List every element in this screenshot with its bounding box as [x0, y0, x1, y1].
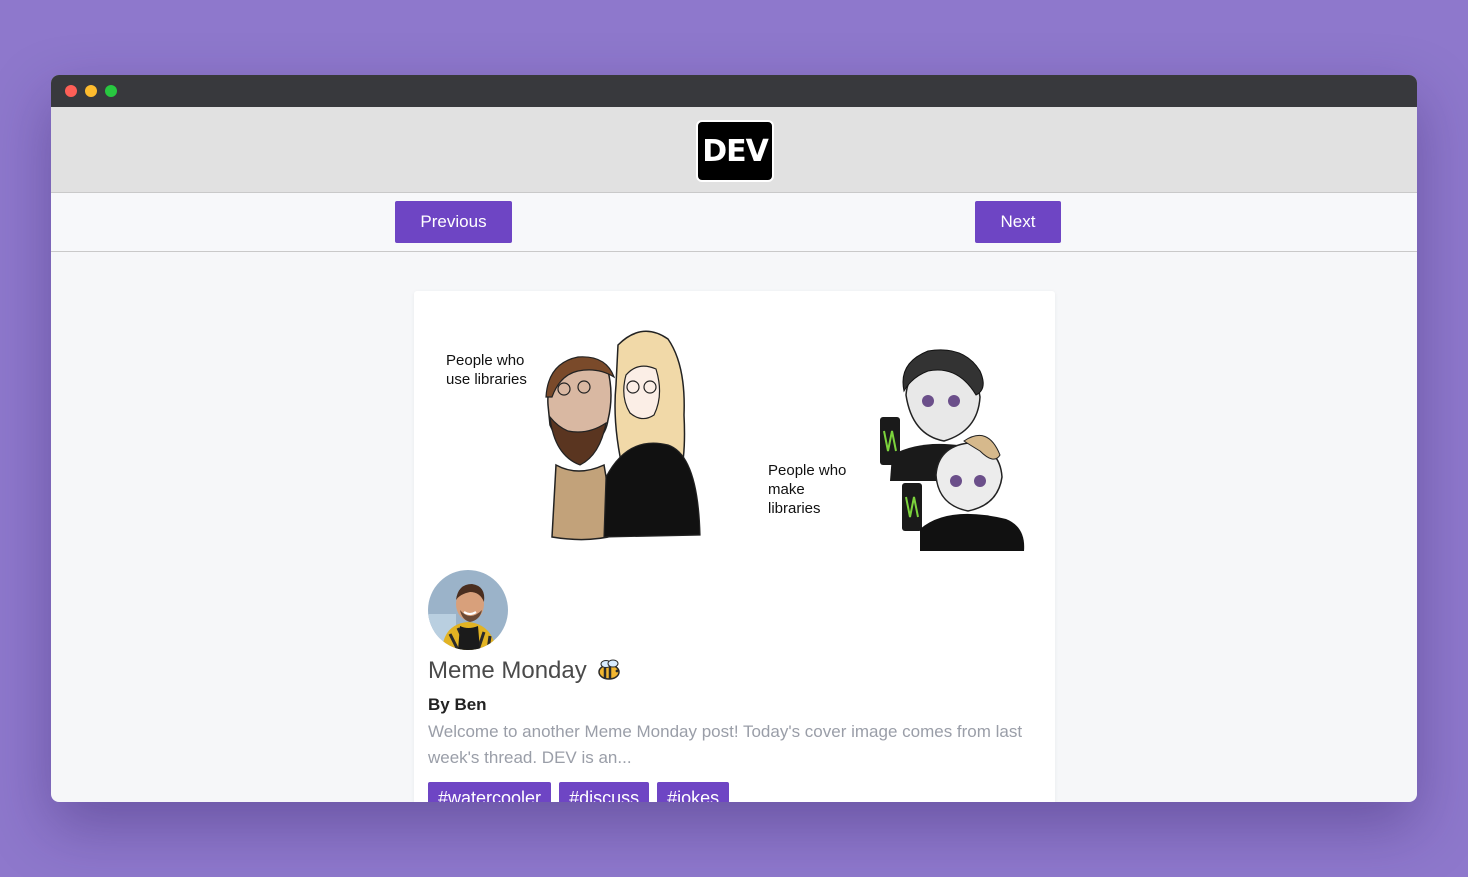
article-author[interactable]: By Ben — [428, 695, 487, 715]
cover-image: People who use libraries People who make… — [428, 305, 1040, 563]
tag-watercooler[interactable]: #watercooler — [428, 782, 552, 802]
window-titlebar — [51, 75, 1417, 107]
dev-logo[interactable]: DEV — [696, 120, 774, 182]
pagination-bar: Previous Next — [51, 193, 1417, 252]
article-title-text[interactable]: Meme Monday — [428, 657, 587, 685]
close-window-icon[interactable] — [65, 85, 77, 97]
cover-right-caption-line1: People who — [768, 462, 846, 479]
minimize-window-icon[interactable] — [85, 85, 97, 97]
cover-left-caption-line1: People who — [446, 352, 524, 369]
site-header: DEV — [51, 107, 1417, 193]
maximize-window-icon[interactable] — [105, 85, 117, 97]
bee-icon — [597, 659, 620, 680]
cover-right-caption-line3: libraries — [768, 500, 821, 517]
author-avatar[interactable] — [428, 570, 508, 650]
article-description: Welcome to another Meme Monday post! Tod… — [428, 722, 1023, 767]
article-title[interactable]: Meme Monday — [428, 657, 623, 685]
cover-left-caption-line2: use libraries — [446, 371, 527, 388]
browser-window: DEV Previous Next People who use librari… — [51, 75, 1417, 802]
previous-button[interactable]: Previous — [395, 201, 512, 243]
tag-discuss[interactable]: #discuss — [559, 782, 650, 802]
article-card[interactable]: People who use libraries People who make… — [414, 291, 1055, 802]
article-tags: #watercooler #discuss #jokes — [428, 782, 730, 802]
cover-right-caption-line2: make — [768, 481, 805, 498]
next-button[interactable]: Next — [975, 201, 1061, 243]
tag-jokes[interactable]: #jokes — [657, 782, 730, 802]
